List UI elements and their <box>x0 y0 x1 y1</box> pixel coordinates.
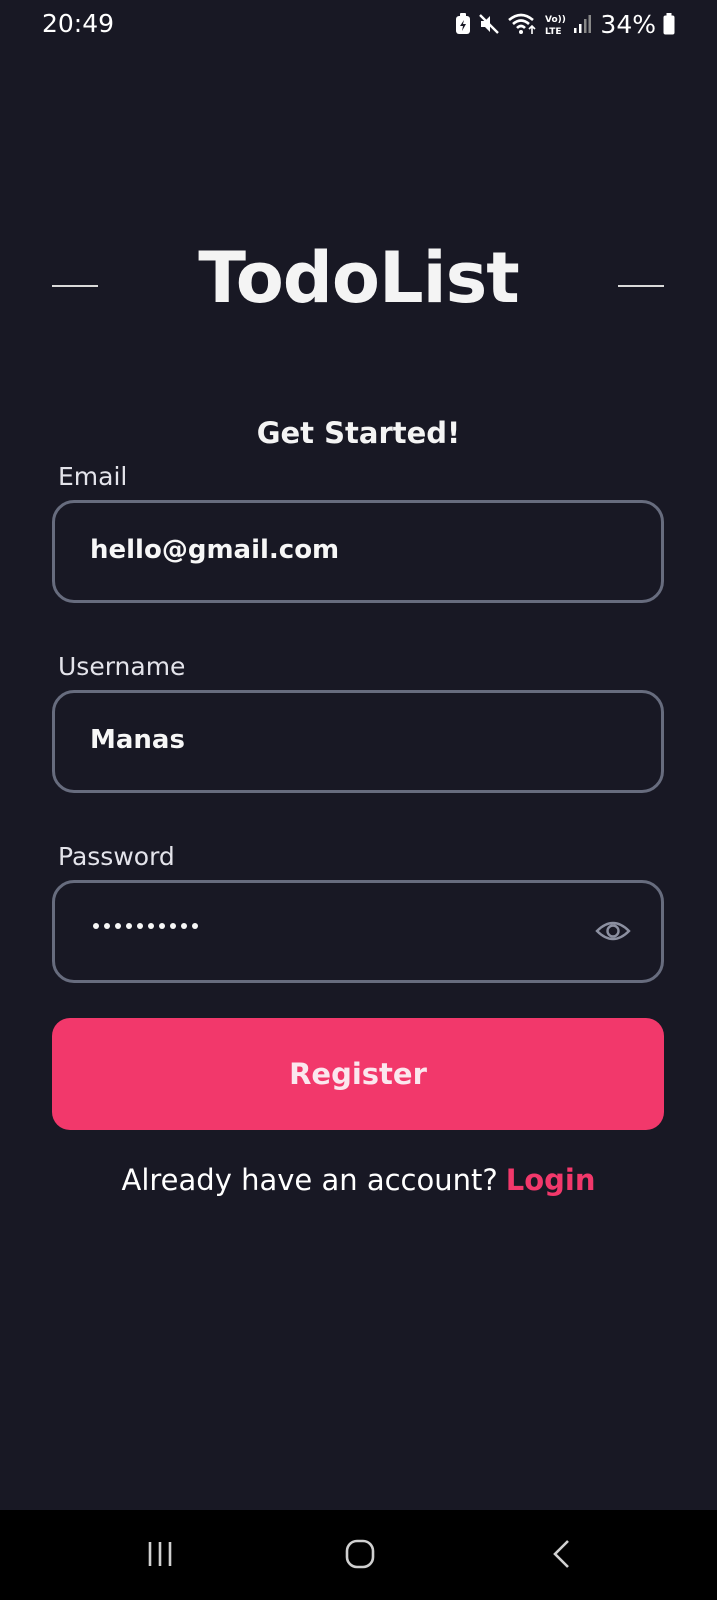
password-masked-value <box>93 923 198 929</box>
recent-apps-icon[interactable] <box>146 1538 176 1574</box>
password-dot <box>170 923 176 929</box>
password-dot <box>126 923 132 929</box>
login-prompt-text: Already have an account? <box>121 1163 498 1197</box>
register-screen: 20:49 Vo)) LTE 34% TodoList Get Started!… <box>0 0 717 1600</box>
svg-text:Vo)): Vo)) <box>545 15 566 25</box>
email-value: hello@gmail.com <box>90 535 340 565</box>
email-label: Email <box>58 462 128 491</box>
password-dot <box>192 923 198 929</box>
battery-percent: 34% <box>600 9 656 39</box>
wifi-icon <box>507 12 537 36</box>
email-field[interactable]: hello@gmail.com <box>52 500 664 603</box>
app-title: TodoList <box>198 237 519 319</box>
login-link[interactable]: Login <box>506 1163 596 1197</box>
volte-icon: Vo)) LTE <box>544 12 566 36</box>
navigation-bar <box>0 1510 717 1600</box>
form-subtitle: Get Started! <box>256 416 461 450</box>
username-value: Manas <box>90 725 185 755</box>
password-dot <box>159 923 165 929</box>
battery-icon <box>663 13 675 35</box>
login-prompt-row: Already have an account? Login <box>0 1163 717 1197</box>
signal-icon <box>573 14 592 34</box>
status-time: 20:49 <box>42 9 115 38</box>
status-bar: 20:49 Vo)) LTE 34% <box>0 0 717 48</box>
password-dot <box>93 923 99 929</box>
mute-icon <box>478 13 500 35</box>
register-button[interactable]: Register <box>52 1018 664 1130</box>
password-dot <box>104 923 110 929</box>
password-field[interactable] <box>52 880 664 983</box>
svg-text:LTE: LTE <box>545 27 562 36</box>
password-dot <box>148 923 154 929</box>
back-icon[interactable] <box>550 1538 574 1574</box>
battery-saver-icon <box>455 13 471 35</box>
username-label: Username <box>58 652 186 681</box>
password-dot <box>181 923 187 929</box>
title-divider-right <box>618 285 664 287</box>
password-label: Password <box>58 842 175 871</box>
username-field[interactable]: Manas <box>52 690 664 793</box>
eye-icon[interactable] <box>595 919 631 947</box>
status-icons: Vo)) LTE 34% <box>455 9 675 39</box>
password-dot <box>115 923 121 929</box>
home-icon[interactable] <box>344 1538 376 1574</box>
password-dot <box>137 923 143 929</box>
